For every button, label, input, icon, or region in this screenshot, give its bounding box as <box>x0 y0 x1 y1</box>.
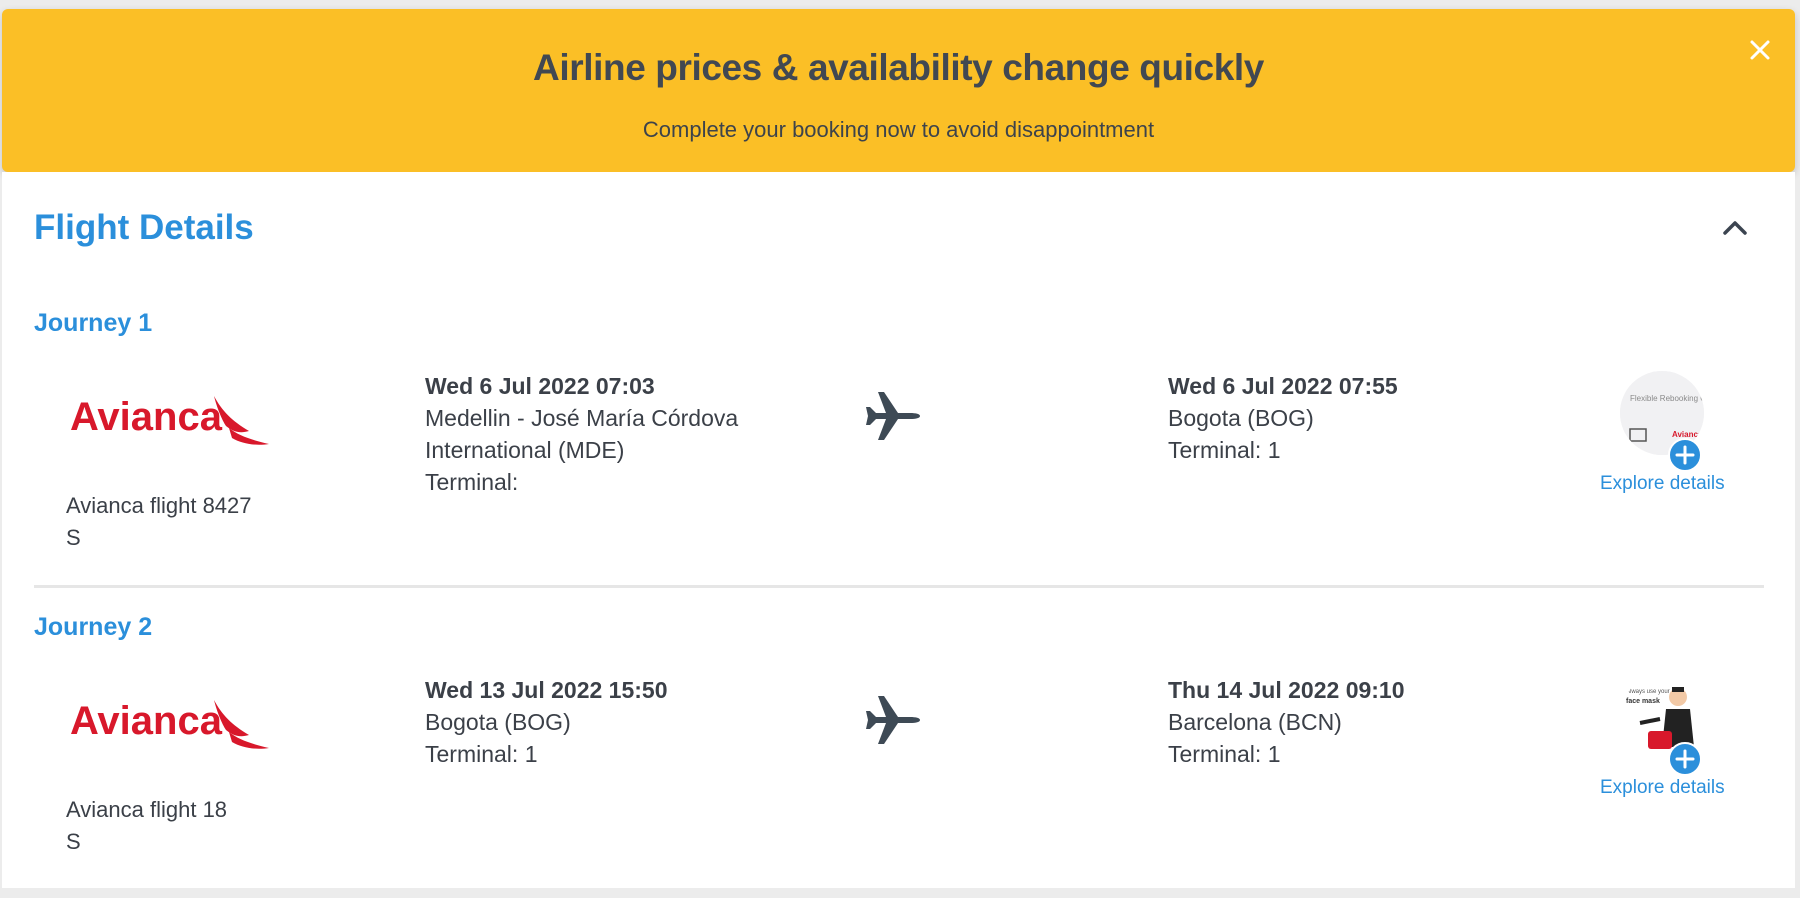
arrival-info: Thu 14 Jul 2022 09:10 Barcelona (BCN) Te… <box>1168 674 1528 770</box>
add-icon[interactable] <box>1668 742 1702 776</box>
arrival-datetime: Wed 6 Jul 2022 07:55 <box>1168 373 1398 399</box>
departure-info: Wed 6 Jul 2022 07:03 Medellin - José Mar… <box>425 370 785 498</box>
banner-subtitle: Complete your booking now to avoid disap… <box>642 117 1155 142</box>
departure-info: Wed 13 Jul 2022 15:50 Bogota (BOG) Termi… <box>425 674 785 770</box>
departure-airport-line2: International (MDE) <box>425 437 625 463</box>
journey-1-title: Journey 1 <box>34 309 153 337</box>
flight-number: Avianca flight 18 S <box>66 794 306 858</box>
departure-airport-line1: Bogota (BOG) <box>425 709 571 735</box>
arrival-info: Wed 6 Jul 2022 07:55 Bogota (BOG) Termin… <box>1168 370 1528 466</box>
flight-class: S <box>66 525 81 550</box>
flight-number-line1: Avianca flight 8427 <box>66 493 252 518</box>
arrival-airport: Bogota (BOG) <box>1168 405 1314 431</box>
svg-text:Avianca: Avianca <box>70 395 223 439</box>
flexible-rebooking-extra[interactable]: Flexible Rebooking Options Avianca Explo… <box>1600 371 1725 495</box>
arrival-airport: Barcelona (BCN) <box>1168 709 1342 735</box>
explore-details-link[interactable]: Explore details <box>1600 777 1725 799</box>
svg-text:Flexible Rebooking Options: Flexible Rebooking Options <box>1630 394 1704 403</box>
avianca-logo: Avianca <box>64 680 274 770</box>
departure-terminal: Terminal: 1 <box>425 741 538 767</box>
departure-datetime: Wed 13 Jul 2022 15:50 <box>425 677 668 703</box>
departure-terminal: Terminal: <box>425 469 519 495</box>
journey-divider <box>34 585 1764 588</box>
banner-title: Airline prices & availability change qui… <box>533 47 1264 88</box>
arrival-terminal: Terminal: 1 <box>1168 437 1281 463</box>
explore-details-link[interactable]: Explore details <box>1600 473 1725 495</box>
departure-datetime: Wed 6 Jul 2022 07:03 <box>425 373 655 399</box>
flight-number: Avianca flight 8427 S <box>66 490 306 554</box>
flight-class: S <box>66 829 81 854</box>
face-mask-extra[interactable]: Always use your face mask Explore detail… <box>1600 675 1725 799</box>
add-icon[interactable] <box>1668 438 1702 472</box>
airplane-icon <box>864 691 922 749</box>
flight-number-line1: Avianca flight 18 <box>66 797 228 822</box>
chevron-up-icon[interactable] <box>1719 212 1751 244</box>
airplane-icon <box>864 387 922 445</box>
svg-text:face mask: face mask <box>1626 698 1660 705</box>
section-title: Flight Details <box>34 208 254 247</box>
arrival-datetime: Thu 14 Jul 2022 09:10 <box>1168 677 1405 703</box>
close-icon[interactable] <box>1747 37 1773 63</box>
arrival-terminal: Terminal: 1 <box>1168 741 1281 767</box>
urgency-banner: Airline prices & availability change qui… <box>2 9 1795 172</box>
svg-text:Always use your: Always use your <box>1626 689 1670 695</box>
svg-text:Avianca: Avianca <box>70 699 223 743</box>
avianca-logo: Avianca <box>64 376 274 466</box>
flight-details-card: Flight Details Journey 1 Avianca Avianca… <box>2 172 1795 888</box>
departure-airport-line1: Medellin - José María Córdova <box>425 405 739 431</box>
journey-2-title: Journey 2 <box>34 613 153 641</box>
